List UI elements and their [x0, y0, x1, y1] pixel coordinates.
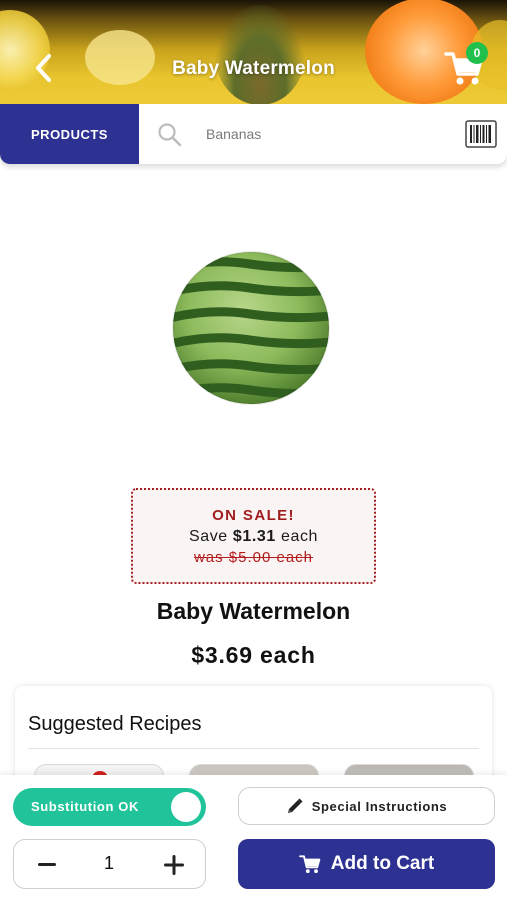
sale-savings: Save $1.31 each	[133, 528, 374, 546]
quantity-stepper: 1	[13, 839, 206, 889]
sale-save-prefix: Save	[188, 528, 228, 545]
bottom-action-bar: Substitution OK Special Instructions 1 A…	[0, 775, 507, 900]
search-input[interactable]	[198, 118, 448, 150]
barcode-scan-button[interactable]	[465, 120, 497, 148]
sale-save-amount: $1.31	[232, 528, 276, 545]
sale-title: ON SALE!	[212, 507, 295, 524]
add-to-cart-label: Add to Cart	[330, 853, 435, 874]
search-icon	[158, 123, 182, 147]
quantity-value[interactable]: 1	[74, 853, 144, 874]
pineapple-decoration	[215, 5, 305, 105]
sale-badge: ON SALE! Save $1.31 each was $5.00 each	[131, 488, 376, 584]
toggle-knob	[171, 792, 201, 822]
substitution-toggle[interactable]: Substitution OK	[13, 788, 206, 826]
special-instructions-label: Special Instructions	[311, 798, 448, 814]
sale-save-suffix: each	[280, 528, 319, 545]
product-image	[172, 251, 330, 405]
increase-quantity-button[interactable]	[157, 848, 191, 882]
divider	[28, 748, 479, 749]
product-detail-screen: Baby Watermelon 0 PRODUCTS Bananas ON SA…	[0, 0, 507, 900]
search-bar: PRODUCTS	[0, 104, 507, 164]
decrease-quantity-button[interactable]	[30, 848, 64, 882]
sale-original-price: was $5.00 each	[193, 549, 314, 566]
recipes-heading: Suggested Recipes	[28, 713, 202, 735]
minus-icon	[38, 863, 56, 866]
header-banner: Baby Watermelon	[0, 0, 507, 110]
plus-icon	[164, 855, 184, 875]
barcode-icon	[465, 120, 497, 148]
page-title: Baby Watermelon	[172, 58, 335, 79]
substitution-label: Substitution OK	[31, 799, 139, 814]
add-to-cart-button[interactable]: Add to Cart	[238, 839, 495, 889]
special-instructions-button[interactable]: Special Instructions	[238, 787, 495, 825]
product-name: Baby Watermelon	[156, 598, 351, 624]
pencil-icon	[287, 798, 303, 813]
cart-count-badge: 0	[466, 42, 488, 64]
shopping-cart-icon	[298, 855, 321, 874]
products-button[interactable]: PRODUCTS	[0, 104, 139, 164]
product-price: $3.69 each	[191, 642, 316, 668]
